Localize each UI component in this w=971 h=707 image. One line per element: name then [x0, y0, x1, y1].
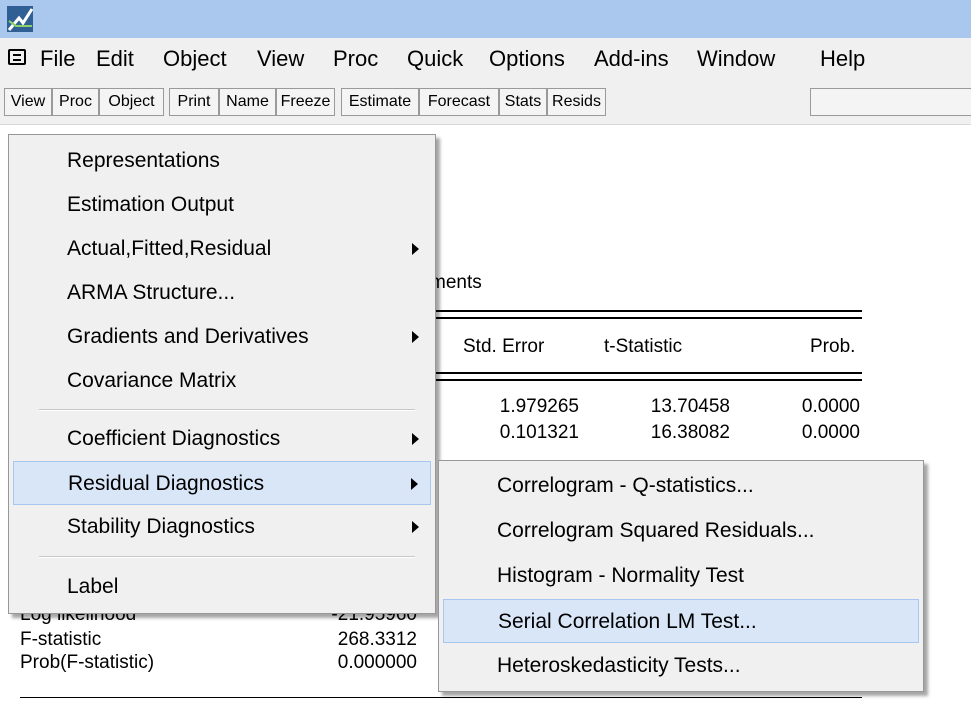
submenu-item-serial-correlation-lm-test[interactable]: Serial Correlation LM Test... — [443, 599, 919, 643]
stat-label-f-statistic: F-statistic — [20, 629, 102, 650]
menu-item-gradients-and-derivatives[interactable]: Gradients and Derivatives — [13, 315, 431, 359]
menu-window[interactable]: Window — [697, 46, 775, 72]
toolbar-proc-button[interactable]: Proc — [52, 88, 99, 116]
table-header-rule — [430, 372, 862, 374]
cell-std-error-2: 0.101321 — [499, 422, 579, 443]
menu-help[interactable]: Help — [820, 46, 865, 72]
toolbar-name-button[interactable]: Name — [219, 88, 276, 116]
menu-options[interactable]: Options — [489, 46, 565, 72]
table-header-rule-2 — [430, 379, 862, 381]
cell-t-statistic-2: 16.38082 — [650, 422, 730, 443]
toolbar-print-button[interactable]: Print — [169, 88, 219, 116]
table-bottom-rule — [20, 697, 862, 698]
output-partial-label: ments — [430, 272, 482, 293]
menu-item-representations[interactable]: Representations — [13, 139, 431, 183]
toolbar-resids-button[interactable]: Resids — [547, 88, 606, 116]
toolbar-estimate-button[interactable]: Estimate — [341, 88, 419, 116]
menu-object[interactable]: Object — [163, 46, 227, 72]
submenu-item-histogram-normality-test[interactable]: Histogram - Normality Test — [443, 554, 919, 598]
table-top-rule — [430, 310, 862, 312]
menu-item-covariance-matrix[interactable]: Covariance Matrix — [13, 359, 431, 403]
toolbar-object-button[interactable]: Object — [99, 88, 164, 116]
menu-add-ins[interactable]: Add-ins — [594, 46, 669, 72]
menu-item-actual-fitted-residual[interactable]: Actual,Fitted,Residual — [13, 227, 431, 271]
toolbar-stats-button[interactable]: Stats — [499, 88, 547, 116]
cell-prob-2: 0.0000 — [801, 422, 860, 443]
submenu-arrow-icon — [412, 243, 419, 255]
view-dropdown-menu: Representations Estimation Output Actual… — [8, 134, 436, 614]
submenu-item-heteroskedasticity-tests[interactable]: Heteroskedasticity Tests... — [443, 644, 919, 688]
menu-bar: File Edit Object View Proc Quick Options… — [0, 38, 971, 80]
menu-item-arma-structure[interactable]: ARMA Structure... — [13, 271, 431, 315]
cell-std-error-1: 1.979265 — [499, 396, 579, 417]
menu-separator — [39, 409, 415, 411]
menu-quick[interactable]: Quick — [407, 46, 463, 72]
toolbar-empty-area — [810, 88, 971, 116]
menu-item-stability-diagnostics[interactable]: Stability Diagnostics — [13, 505, 431, 549]
header-prob: Prob. — [810, 336, 856, 357]
eviews-app-icon[interactable] — [6, 5, 34, 33]
stat-label-prob-f-statistic: Prob(F-statistic) — [20, 652, 155, 673]
submenu-arrow-icon — [412, 521, 419, 533]
submenu-item-correlogram-q-statistics[interactable]: Correlogram - Q-statistics... — [443, 464, 919, 508]
residual-diagnostics-submenu: Correlogram - Q-statistics... Correlogra… — [438, 460, 924, 692]
menu-file[interactable]: File — [40, 46, 75, 72]
menu-item-residual-diagnostics[interactable]: Residual Diagnostics — [13, 461, 431, 505]
submenu-arrow-icon — [412, 433, 419, 445]
menu-edit[interactable]: Edit — [96, 46, 134, 72]
cell-t-statistic-1: 13.70458 — [650, 396, 730, 417]
table-top-rule-2 — [430, 317, 862, 319]
submenu-item-correlogram-squared-residuals[interactable]: Correlogram Squared Residuals... — [443, 509, 919, 553]
window-menu-icon[interactable] — [8, 49, 26, 65]
header-t-statistic: t-Statistic — [604, 336, 683, 357]
submenu-arrow-icon — [411, 478, 418, 490]
object-toolbar: View Proc Object Print Name Freeze Estim… — [0, 80, 971, 125]
menu-item-estimation-output[interactable]: Estimation Output — [13, 183, 431, 227]
menu-separator — [39, 556, 415, 558]
stat-value-f-statistic: 268.3312 — [337, 629, 417, 650]
toolbar-view-button[interactable]: View — [4, 88, 52, 116]
stat-value-prob-f-statistic: 0.000000 — [337, 652, 417, 673]
toolbar-freeze-button[interactable]: Freeze — [276, 88, 335, 116]
menu-proc[interactable]: Proc — [333, 46, 378, 72]
toolbar-forecast-button[interactable]: Forecast — [419, 88, 499, 116]
menu-view[interactable]: View — [257, 46, 304, 72]
title-bar — [0, 0, 971, 38]
menu-item-coefficient-diagnostics[interactable]: Coefficient Diagnostics — [13, 417, 431, 461]
header-std-error: Std. Error — [463, 336, 545, 357]
cell-prob-1: 0.0000 — [801, 396, 860, 417]
submenu-arrow-icon — [412, 331, 419, 343]
menu-item-label[interactable]: Label — [13, 565, 431, 609]
